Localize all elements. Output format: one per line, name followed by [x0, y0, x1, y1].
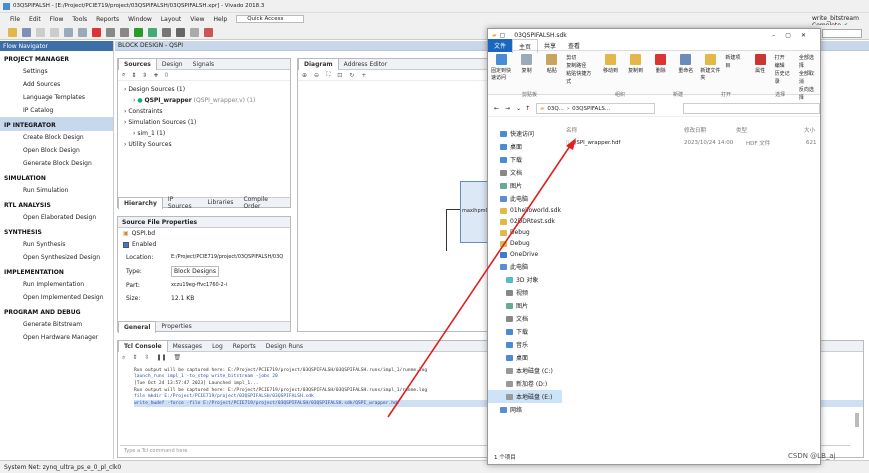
annotation-arrow — [387, 138, 576, 418]
arrow-line — [387, 145, 571, 418]
arrow-head — [566, 138, 576, 150]
watermark: CSDN @LB_aj — [788, 452, 836, 460]
